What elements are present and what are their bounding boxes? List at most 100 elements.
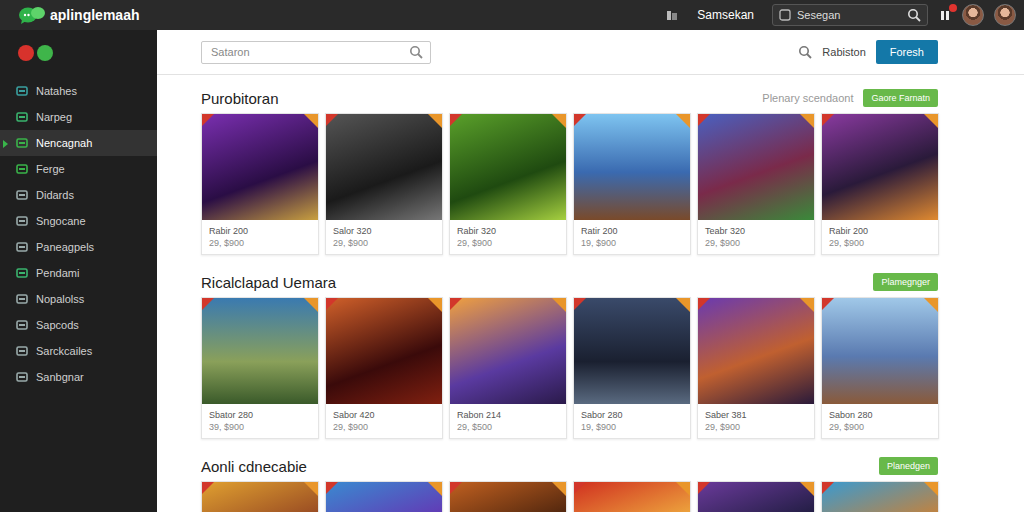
sidebar-item[interactable]: Sngocane: [0, 208, 157, 234]
user-avatar[interactable]: [994, 4, 1016, 26]
menu-item-icon: [16, 85, 28, 97]
game-cover: [574, 114, 690, 220]
sidebar-item[interactable]: Natahes: [0, 78, 157, 104]
menu-item-icon: [16, 215, 28, 227]
game-info: Rabir 20029, $900: [822, 220, 938, 254]
search-field[interactable]: [201, 41, 431, 64]
sidebar-item[interactable]: Didards: [0, 182, 157, 208]
game-cover: [202, 482, 318, 512]
search-icon: [798, 45, 812, 59]
section-button[interactable]: Planedgen: [879, 457, 938, 475]
game-card[interactable]: [821, 481, 939, 512]
app-logo: aplinglemaah: [18, 5, 139, 25]
game-card[interactable]: Sabon 28029, $900: [821, 297, 939, 439]
game-cover: [822, 114, 938, 220]
game-card[interactable]: Salor 32029, $900: [325, 113, 443, 255]
game-name: Salor 320: [333, 225, 435, 237]
game-card[interactable]: [449, 481, 567, 512]
top-actions: Samsekan: [665, 4, 1016, 26]
game-card[interactable]: Sbator 28039, $900: [201, 297, 319, 439]
toolbar-link[interactable]: Rabiston: [822, 46, 865, 58]
game-grid: [201, 481, 938, 512]
game-cover: [698, 298, 814, 404]
game-card[interactable]: [201, 481, 319, 512]
game-card[interactable]: [697, 481, 815, 512]
game-card[interactable]: Rabir 32029, $900: [449, 113, 567, 255]
menu-item-icon: [16, 371, 28, 383]
app-title: aplinglemaah: [50, 7, 139, 23]
menu-item-icon: [16, 189, 28, 201]
game-cover: [450, 482, 566, 512]
game-price: 19, $900: [581, 421, 683, 433]
library-icon: [665, 8, 679, 22]
game-card[interactable]: Ratir 20019, $900: [573, 113, 691, 255]
chat-bubble-icon: [18, 5, 46, 25]
search-input[interactable]: [209, 45, 405, 59]
game-info: Salor 32029, $900: [326, 220, 442, 254]
game-price: 29, $900: [829, 421, 931, 433]
game-card[interactable]: Rabon 21429, $500: [449, 297, 567, 439]
section-title: Purobitoran: [201, 90, 279, 107]
sidebar-label: Nopalolss: [36, 293, 84, 305]
top-search-input[interactable]: [795, 8, 903, 22]
user-avatar[interactable]: [962, 4, 984, 26]
game-price: 29, $500: [457, 421, 559, 433]
game-card[interactable]: Rabir 20029, $900: [821, 113, 939, 255]
game-section: Ricalclapad UemaraPlamegnger Sbator 28039…: [201, 271, 938, 439]
game-info: Sabor 28019, $900: [574, 404, 690, 438]
game-name: Rabon 214: [457, 409, 559, 421]
sidebar-item[interactable]: Nencagnah: [0, 130, 157, 156]
section-button[interactable]: Plamegnger: [873, 273, 938, 291]
game-price: 29, $900: [829, 237, 931, 249]
game-cover: [822, 298, 938, 404]
game-cover: [574, 298, 690, 404]
section-button[interactable]: Gaore Farnatn: [863, 89, 938, 107]
game-price: 29, $900: [333, 237, 435, 249]
section-header: Ricalclapad UemaraPlamegnger: [201, 271, 938, 293]
game-section: Aonli cdnecabiePlanedgen: [201, 455, 938, 512]
top-bar: aplinglemaah Samsekan: [0, 0, 1024, 30]
menu-item-icon: [16, 163, 28, 175]
notifications-button[interactable]: [938, 8, 952, 22]
sidebar: Natahes NarpegNencagnah Ferge Didards Sngoca…: [0, 30, 157, 512]
primary-button[interactable]: Foresh: [876, 40, 938, 64]
game-card[interactable]: Saber 38129, $900: [697, 297, 815, 439]
sidebar-label: Ferge: [36, 163, 65, 175]
sidebar-item[interactable]: Nopalolss: [0, 286, 157, 312]
sidebar-item[interactable]: Narpeg: [0, 104, 157, 130]
game-card[interactable]: Teabr 32029, $900: [697, 113, 815, 255]
square-icon: [779, 9, 791, 21]
sidebar-item[interactable]: Paneagpels: [0, 234, 157, 260]
top-search[interactable]: [772, 4, 928, 26]
game-name: Sabon 280: [829, 409, 931, 421]
sidebar-item[interactable]: Sarckcailes: [0, 338, 157, 364]
game-card[interactable]: [325, 481, 443, 512]
game-cover: [822, 482, 938, 512]
menu-item-icon: [16, 267, 28, 279]
game-name: Rabir 200: [829, 225, 931, 237]
sidebar-label: Paneagpels: [36, 241, 94, 253]
game-card[interactable]: Sabor 28019, $900: [573, 297, 691, 439]
game-price: 29, $900: [705, 237, 807, 249]
game-card[interactable]: Rabir 20029, $900: [201, 113, 319, 255]
sidebar-item[interactable]: Ferge: [0, 156, 157, 182]
sidebar-label: Didards: [36, 189, 74, 201]
game-card[interactable]: Sabor 42029, $900: [325, 297, 443, 439]
toolbar: Rabiston Foresh: [157, 30, 1024, 75]
sidebar-item[interactable]: Sapcods: [0, 312, 157, 338]
game-section: PurobitoranPlenary scendaontGaore Farnat…: [201, 87, 938, 255]
menu-item-icon: [16, 241, 28, 253]
game-name: Sbator 280: [209, 409, 311, 421]
sidebar-item[interactable]: Sanbgnar: [0, 364, 157, 390]
game-info: Sabor 42029, $900: [326, 404, 442, 438]
game-info: Rabon 21429, $500: [450, 404, 566, 438]
game-card[interactable]: [573, 481, 691, 512]
game-cover: [450, 298, 566, 404]
game-cover: [698, 482, 814, 512]
sidebar-item[interactable]: Pendami: [0, 260, 157, 286]
sidebar-label: Natahes: [36, 85, 77, 97]
game-cover: [698, 114, 814, 220]
sidebar-label: Sngocane: [36, 215, 86, 227]
top-link[interactable]: Samsekan: [689, 8, 762, 22]
game-info: Rabir 32029, $900: [450, 220, 566, 254]
